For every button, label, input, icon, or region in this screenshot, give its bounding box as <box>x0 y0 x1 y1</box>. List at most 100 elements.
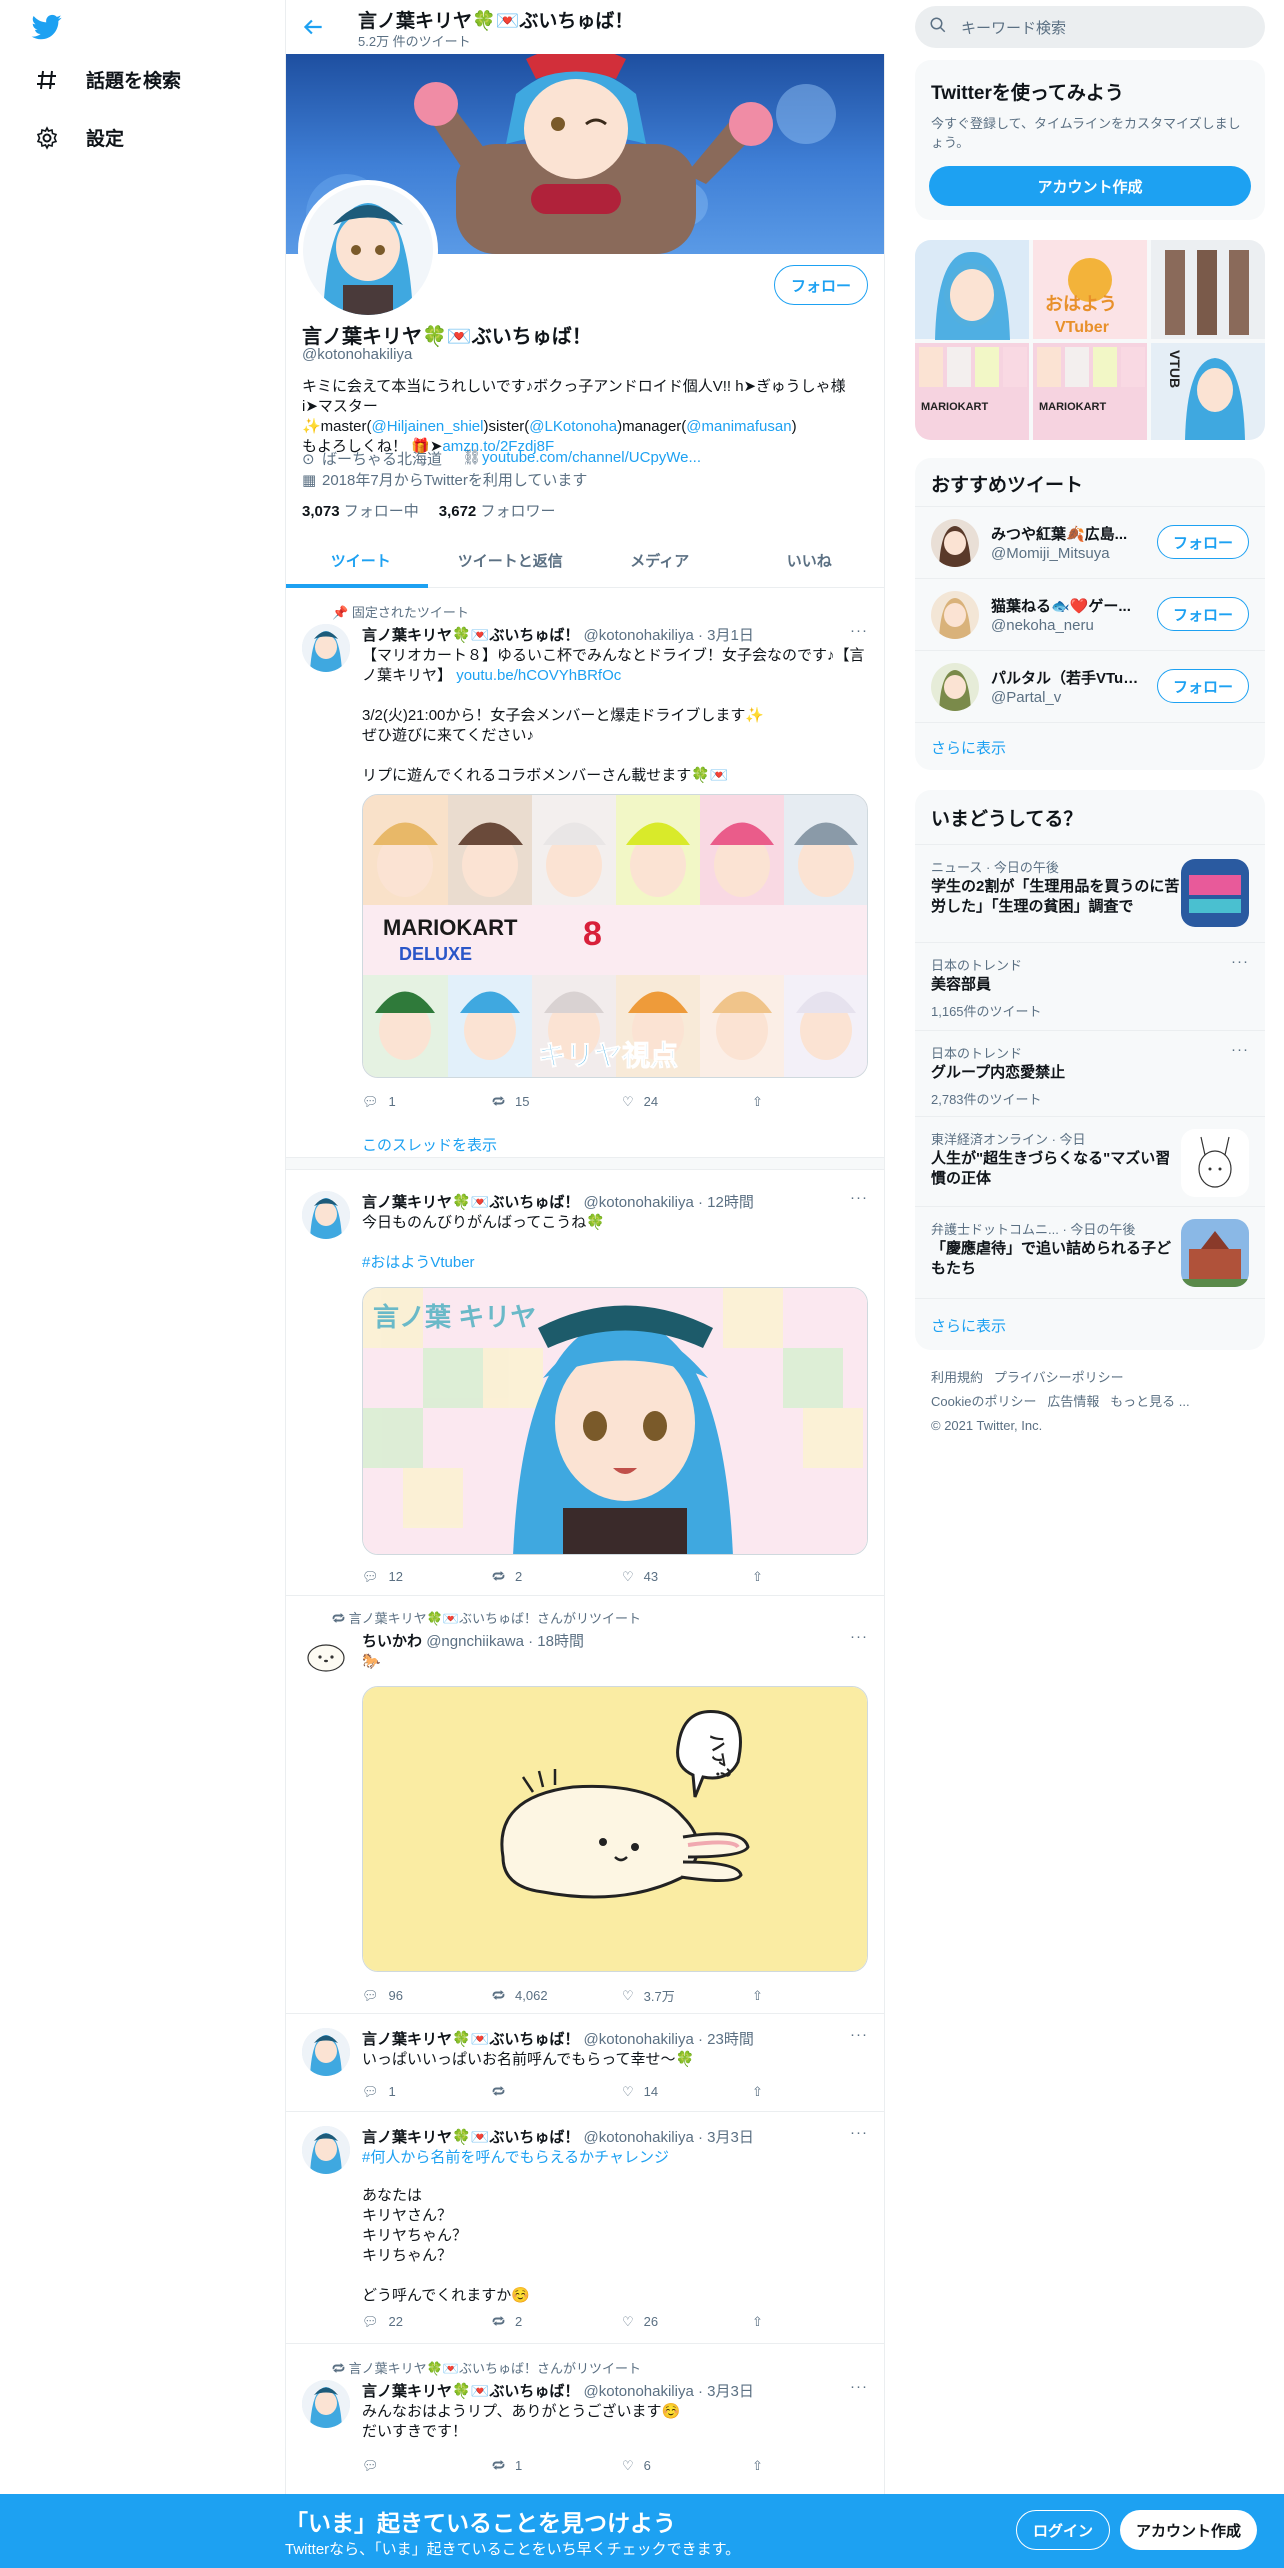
reply-button[interactable]: 💬︎ 22 <box>362 2312 492 2331</box>
tab-tweets-and-replies[interactable]: ツイートと返信 <box>436 534 586 587</box>
more-options-icon[interactable]: ··· <box>850 1189 868 1206</box>
author-name[interactable]: 言ノ葉キリヤ🍀💌ぶいちゅば！ <box>362 2129 579 2146</box>
share-button[interactable]: ⇧ <box>752 1567 782 1586</box>
share-button[interactable]: ⇧ <box>752 2312 782 2331</box>
retweet-button[interactable]: 🔁︎ 2 <box>492 2312 622 2331</box>
mention-link[interactable]: @LKotonoha <box>529 418 617 435</box>
tweet[interactable]: 📌 固定されたツイート 言ノ葉キリヤ🍀💌ぶいちゅば！ @kotonohakili… <box>286 588 884 1158</box>
tweet[interactable]: 言ノ葉キリヤ🍀💌ぶいちゅば！ @kotonohakiliya · 12時間 ··… <box>286 1171 884 1596</box>
suggested-avatar[interactable] <box>931 663 979 711</box>
back-arrow-icon[interactable] <box>300 14 328 42</box>
avatar[interactable] <box>302 624 350 672</box>
tweet[interactable]: 言ノ葉キリヤ🍀💌ぶいちゅば！ @kotonohakiliya · 3月3日 ··… <box>286 2112 884 2344</box>
trend-item[interactable]: 弁護士ドットコムニ... · 今日の午後 「慶應虐待」で追い詰められる子どもたち <box>915 1206 1265 1298</box>
share-button[interactable]: ⇧ <box>752 1092 782 1111</box>
suggested-name[interactable]: パルタル（若手VTub... <box>991 667 1141 688</box>
terms-link[interactable]: 利用規約 <box>931 1370 983 1385</box>
suggested-name[interactable]: みつや紅葉🍂広島... <box>991 523 1141 544</box>
retweet-button[interactable]: 🔁︎ 2 <box>492 1567 622 1586</box>
hashtag-link[interactable]: #何人から名前を呼んでもらえるかチャレンジ <box>362 2148 872 2168</box>
hashtag-link[interactable]: #おはようVtuber <box>362 1253 872 1273</box>
tab-likes[interactable]: いいね <box>735 534 885 587</box>
share-button[interactable]: ⇧ <box>752 1986 782 2005</box>
suggested-avatar[interactable] <box>931 591 979 639</box>
like-button[interactable]: ♡ 24 <box>622 1092 752 1111</box>
like-button[interactable]: ♡ 14 <box>622 2082 752 2101</box>
nav-explore[interactable]: 話題を検索 <box>34 66 181 93</box>
profile-avatar[interactable] <box>298 180 438 320</box>
suggested-user[interactable]: 猫葉ねる🐟❤️ゲー... @nekoha_neru フォロー <box>915 578 1265 650</box>
author-name[interactable]: 言ノ葉キリヤ🍀💌ぶいちゅば！ <box>362 2383 579 2400</box>
like-button[interactable]: ♡ 26 <box>622 2312 752 2331</box>
retweet-button[interactable]: 🔁︎ 15 <box>492 1092 622 1111</box>
like-button[interactable]: ♡ 6 <box>622 2456 752 2475</box>
author-name[interactable]: 言ノ葉キリヤ🍀💌ぶいちゅば！ <box>362 2031 579 2048</box>
avatar[interactable] <box>302 1191 350 1239</box>
suggested-user[interactable]: みつや紅葉🍂広島... @Momiji_Mitsuya フォロー <box>915 506 1265 578</box>
show-more-link[interactable]: さらに表示 <box>931 737 1006 758</box>
trends-show-more-link[interactable]: さらに表示 <box>931 1315 1006 1336</box>
share-button[interactable]: ⇧ <box>752 2456 782 2475</box>
like-button[interactable]: ♡ 43 <box>622 1567 752 1586</box>
create-account-button[interactable]: アカウント作成 <box>929 166 1251 206</box>
avatar[interactable] <box>302 2028 350 2076</box>
reply-button[interactable]: 💬︎ 12 <box>362 1567 492 1586</box>
trend-item[interactable]: 東洋経済オンライン · 今日 人生が"超生きづらくなる"マズい習慣の正体 <box>915 1116 1265 1206</box>
avatar[interactable] <box>302 2380 350 2428</box>
more-options-icon[interactable]: ··· <box>1231 1041 1249 1058</box>
show-thread-link[interactable]: このスレッドを表示 <box>362 1134 497 1155</box>
trends-show-more-row[interactable]: さらに表示 <box>915 1298 1265 1350</box>
mention-link[interactable]: @Hiljainen_shiel <box>372 418 484 435</box>
trend-item[interactable]: 日本のトレンド ··· 美容部員 1,165件のツイート <box>915 942 1265 1030</box>
nav-settings[interactable]: 設定 <box>34 124 124 151</box>
more-options-icon[interactable]: ··· <box>850 2124 868 2141</box>
trend-item[interactable]: ニュース · 今日の午後 学生の2割が「生理用品を買うのに苦労した」「生理の貧困… <box>915 844 1265 942</box>
search-input[interactable]: キーワード検索 <box>961 17 1066 38</box>
trend-item[interactable]: 日本のトレンド ··· グループ内恋愛禁止 2,783件のツイート <box>915 1030 1265 1116</box>
show-more-row[interactable]: さらに表示 <box>915 722 1265 770</box>
suggested-user[interactable]: パルタル（若手VTub... @Partal_v フォロー <box>915 650 1265 722</box>
author-name[interactable]: ちいかわ <box>362 1633 422 1650</box>
tweet[interactable]: 言ノ葉キリヤ🍀💌ぶいちゅば！ @kotonohakiliya · 23時間 ··… <box>286 2014 884 2112</box>
retweet-button[interactable]: 🔁︎ 1 <box>492 2456 622 2475</box>
reply-button[interactable]: 💬︎ 96 <box>362 1986 492 2005</box>
tweet[interactable]: 🔁︎ 言ノ葉キリヤ🍀💌ぶいちゅば！さんがリツイート ちいかわ @ngnchiik… <box>286 1596 884 2014</box>
privacy-link[interactable]: プライバシーポリシー <box>994 1370 1124 1385</box>
avatar[interactable] <box>302 2126 350 2174</box>
retweet-button[interactable]: 🔁︎ <box>492 2082 622 2101</box>
following-link[interactable]: 3,073 フォロー中 <box>302 500 419 521</box>
author-name[interactable]: 言ノ葉キリヤ🍀💌ぶいちゅば！ <box>362 627 579 644</box>
ads-link[interactable]: 広告情報 <box>1047 1394 1099 1409</box>
signup-button[interactable]: アカウント作成 <box>1120 2510 1258 2550</box>
followers-link[interactable]: 3,672 フォロワー <box>439 500 556 521</box>
twitter-logo-icon[interactable] <box>30 12 64 42</box>
tweet[interactable]: 🔁︎ 言ノ葉キリヤ🍀💌ぶいちゅば！さんがリツイート 言ノ葉キリヤ🍀💌ぶいちゅば！… <box>286 2344 884 2494</box>
tweet-image[interactable]: MARIOKART DELUXE 8 キリヤ視点 <box>362 794 868 1078</box>
login-button[interactable]: ログイン <box>1016 2510 1111 2550</box>
reply-button[interactable]: 💬︎ 1 <box>362 2082 492 2101</box>
reply-button[interactable]: 💬︎ <box>362 2456 492 2475</box>
cookie-link[interactable]: Cookieのポリシー <box>931 1394 1036 1409</box>
more-options-icon[interactable]: ··· <box>850 622 868 639</box>
follow-button[interactable]: フォロー <box>773 265 868 305</box>
tab-media[interactable]: メディア <box>585 534 735 587</box>
avatar[interactable] <box>302 1630 350 1678</box>
more-options-icon[interactable]: ··· <box>1231 953 1249 970</box>
follow-button[interactable]: フォロー <box>1157 669 1249 703</box>
more-options-icon[interactable]: ··· <box>850 1628 868 1645</box>
tweet-image[interactable]: ハァ？ <box>362 1686 868 1972</box>
suggested-name[interactable]: 猫葉ねる🐟❤️ゲー... <box>991 595 1141 616</box>
follow-button[interactable]: フォロー <box>1157 525 1249 559</box>
tweet-link[interactable]: youtu.be/hCOVYhBRfOc <box>456 667 621 684</box>
reply-button[interactable]: 💬︎ 1 <box>362 1092 492 1111</box>
tweet-image[interactable]: 言ノ葉 キリヤ <box>362 1287 868 1555</box>
more-link[interactable]: もっと見る ... <box>1110 1394 1189 1409</box>
mention-link[interactable]: @manimafusan <box>686 418 791 435</box>
more-options-icon[interactable]: ··· <box>850 2026 868 2043</box>
suggested-avatar[interactable] <box>931 519 979 567</box>
retweet-button[interactable]: 🔁︎ 4,062 <box>492 1986 622 2005</box>
website-link[interactable]: youtube.com/channel/UCpyWe... <box>482 449 701 466</box>
share-button[interactable]: ⇧ <box>752 2082 782 2101</box>
follow-button[interactable]: フォロー <box>1157 597 1249 631</box>
author-name[interactable]: 言ノ葉キリヤ🍀💌ぶいちゅば！ <box>362 1194 579 1211</box>
